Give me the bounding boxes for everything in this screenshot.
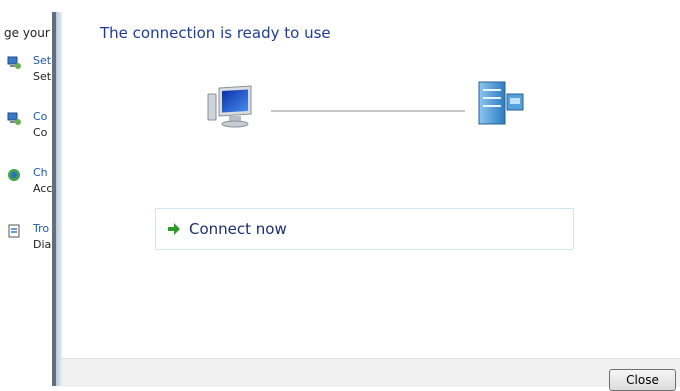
background-header: ge your bbox=[4, 26, 50, 40]
homegroup-icon bbox=[8, 169, 20, 181]
dialog-body bbox=[62, 0, 680, 358]
background-item-desc: Set bbox=[33, 70, 52, 83]
network-connect-icon bbox=[7, 112, 21, 125]
server-icon bbox=[478, 81, 524, 125]
dialog-title: The connection is ready to use bbox=[100, 24, 331, 42]
background-item-desc: Dia bbox=[33, 238, 52, 251]
dialog-footer bbox=[62, 358, 680, 387]
background-item-setup[interactable]: Set Set bbox=[0, 54, 52, 94]
troubleshoot-icon bbox=[8, 224, 20, 238]
background-window: ge your Set Set Co Co Ch Acc Tro Dia bbox=[0, 0, 52, 386]
background-item-homegroup[interactable]: Ch Acc bbox=[0, 166, 52, 206]
green-arrow-icon bbox=[168, 223, 180, 235]
background-item-troubleshoot[interactable]: Tro Dia bbox=[0, 222, 52, 262]
background-item-title: Set bbox=[33, 54, 52, 67]
background-item-connect[interactable]: Co Co bbox=[0, 110, 52, 150]
background-item-title: Co bbox=[33, 110, 48, 123]
background-item-desc: Co bbox=[33, 126, 48, 139]
network-setup-icon bbox=[7, 56, 21, 69]
connect-now-label: Connect now bbox=[189, 220, 287, 238]
background-item-title: Tro bbox=[33, 222, 50, 235]
connect-now-button[interactable]: Connect now bbox=[155, 208, 574, 250]
connection-line bbox=[271, 110, 465, 112]
background-item-title: Ch bbox=[33, 166, 48, 179]
background-item-desc: Acc bbox=[33, 182, 52, 195]
computer-icon bbox=[207, 85, 252, 128]
close-button[interactable]: Close bbox=[609, 369, 676, 391]
